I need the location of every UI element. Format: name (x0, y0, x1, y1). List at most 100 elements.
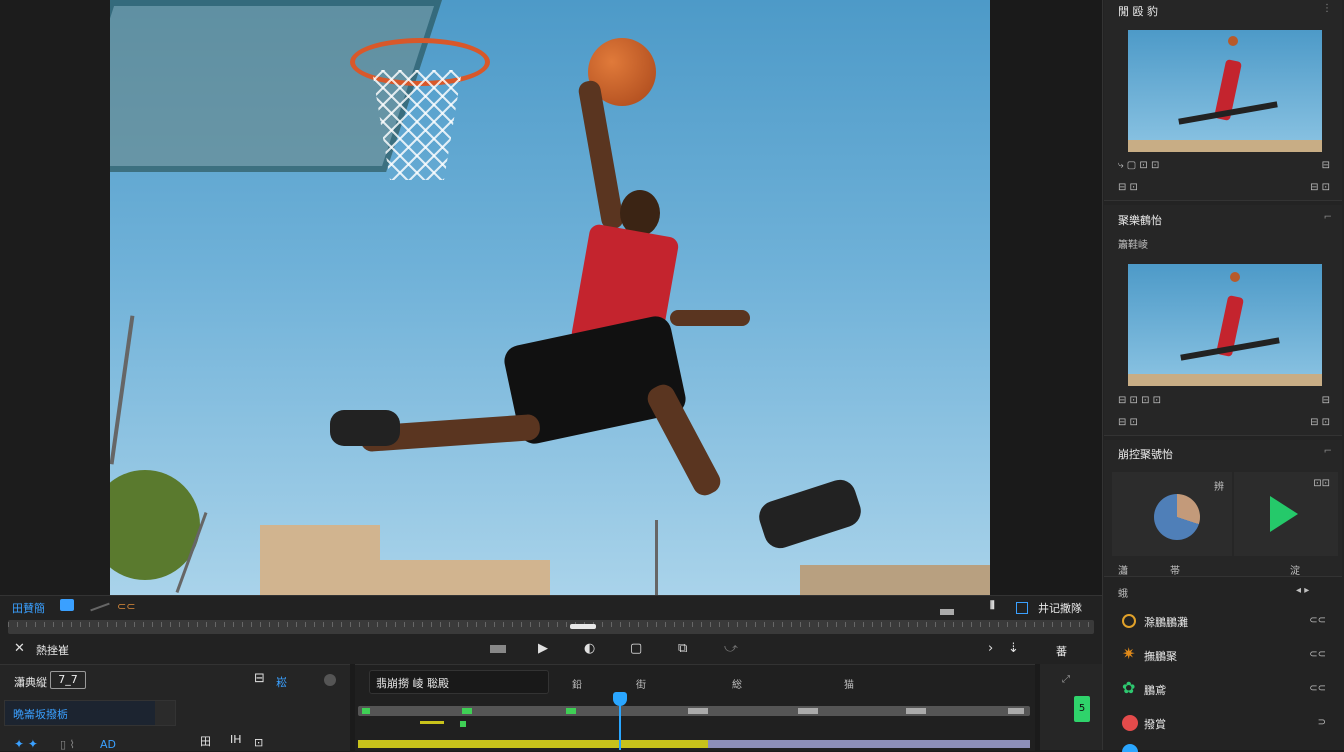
tool-label-0[interactable]: AD (100, 738, 116, 751)
left-gutter (0, 0, 110, 595)
list-item[interactable]: ✷ 撫鵬聚 ⊂⊂ (1110, 640, 1336, 670)
video-preview[interactable] (110, 0, 990, 595)
effects-card: 聚樂鶴怡 簫鞋崚 ⌐ ⊟ ⊡ ⊡ ⊡ ⊟ ⊟ ⊡ ⊟ ⊡ (1104, 205, 1342, 436)
list-header-arrows[interactable]: ◂ ▸ (1296, 585, 1309, 596)
list-item-label: 撥賞 (1144, 718, 1166, 731)
play-widget-label: ⊡⊡ (1313, 478, 1330, 489)
audio-corner-icon[interactable]: ⌐ (1324, 446, 1332, 457)
audio-track-purple[interactable] (708, 740, 1030, 748)
clip-marker[interactable] (460, 721, 466, 727)
list-item-icon (1122, 715, 1138, 731)
effects-row2-right[interactable]: ⊟ ⊡ (1310, 417, 1330, 428)
tool-label-2[interactable]: IH (230, 733, 242, 746)
settings-icon[interactable] (324, 674, 336, 686)
playhead[interactable] (613, 692, 627, 706)
effects-card-subtitle: 簫鞋崚 (1118, 240, 1148, 251)
ctrl-right-label: 蕃 (1056, 645, 1067, 658)
list-item-label: 撫鵬聚 (1144, 650, 1177, 663)
audio-card: 崩控聚號怡 ⌐ 辨 ⊡⊡ 瀟 帯 淀 (1104, 440, 1342, 577)
ctrl-left-label: 熱挫崔 (36, 644, 69, 657)
list-item[interactable]: ✿ 鵬鳶 ⊂⊂ (1110, 674, 1336, 704)
audio-card-title: 崩控聚號怡 (1118, 448, 1173, 461)
list-item[interactable]: 滁鵬鵬灘 ⊂⊂ (1110, 606, 1336, 636)
ctrl-left: ✕ 熱挫崔 (14, 638, 94, 660)
prev-frame-icon[interactable] (490, 645, 506, 653)
play-triangle-icon[interactable] (1270, 496, 1298, 532)
ruler-label-3: 猫 (844, 680, 854, 691)
list-item[interactable]: 撥賞 ⊃ (1110, 708, 1336, 738)
effects-row-right[interactable]: ⊟ (1322, 395, 1330, 406)
list-item-icon: ✿ (1122, 678, 1136, 697)
expand-icon[interactable]: ⋮ (1322, 3, 1332, 14)
redo-icon[interactable]: ⤻ (724, 638, 738, 660)
list-item-right: ⊂⊂ (1309, 649, 1326, 660)
effects-card-title: 聚樂鶴怡 (1118, 214, 1162, 227)
frame-icon[interactable] (1016, 602, 1028, 614)
marker-icon[interactable] (940, 609, 954, 615)
effects-row-icons[interactable]: ⊟ ⊡ ⊡ ⊡ (1118, 395, 1161, 406)
media-tab-label[interactable]: 崧 (276, 674, 287, 690)
right-gutter (990, 0, 1102, 595)
play-icon[interactable]: ▶ (538, 638, 548, 660)
preview-card-top: 閒 殴 豹 ⋮ ⤷ ▢ ⊡ ⊡ ⊟ ⊟ ⊡ ⊟ ⊡ (1104, 0, 1342, 201)
card-row-icon[interactable]: ⤷ ▢ ⊡ ⊡ (1118, 160, 1159, 171)
timeline-label: 翡崩撈 崚 聡殿 (376, 677, 449, 690)
toolbar-right-label[interactable]: 井记撒隊 (1038, 600, 1082, 616)
audio-marker[interactable] (420, 721, 444, 724)
tool-label-3[interactable]: ⊡ (254, 736, 263, 749)
video-track[interactable] (358, 706, 1030, 716)
audio-track-yellow[interactable] (358, 740, 708, 748)
playhead-line[interactable] (619, 700, 621, 750)
media-search-input[interactable]: 晩崙坂撥栃 (4, 700, 176, 726)
pie-widget-label: 辨 (1214, 482, 1224, 493)
timeline-label-box[interactable]: 翡崩撈 崚 聡殿 (369, 670, 549, 694)
top-card-title: 閒 殴 豹 (1118, 5, 1158, 18)
crop-icon[interactable]: ▢ (630, 638, 642, 660)
preview-image (110, 0, 990, 595)
toolbar-left-label[interactable]: 田賛簡 (12, 600, 45, 616)
card-row2[interactable]: ⊟ ⊡ (1118, 182, 1138, 193)
track-icon[interactable]: ⤢ (1062, 674, 1070, 685)
effects-row2[interactable]: ⊟ ⊡ (1118, 417, 1138, 428)
link-icon[interactable]: ⧉ (678, 638, 687, 660)
grid-icon[interactable]: ⊟ (254, 668, 265, 690)
list-item-icon (1122, 614, 1136, 628)
media-panel-value[interactable]: 7_7 (50, 671, 86, 689)
close-icon[interactable]: ✕ (14, 638, 25, 660)
split-icon[interactable]: ⫴ (990, 599, 995, 613)
audio-bottom-mid: 帯 (1170, 566, 1180, 577)
ruler-label-0: 鉛 (572, 680, 582, 691)
list-item-label: 滁鵬鵬灘 (1144, 616, 1188, 629)
list-item-right: ⊃ (1317, 717, 1326, 728)
list-item-right: ⊂⊂ (1309, 683, 1326, 694)
track-side-strip: ⤢ 5 (1040, 664, 1102, 750)
pie-icon (1154, 494, 1200, 540)
fx-icon[interactable]: ✦ ✦ (14, 737, 38, 751)
audio-bottom-right: 淀 (1290, 566, 1300, 577)
layer-icon[interactable] (60, 599, 74, 611)
pie-widget[interactable]: 辨 (1112, 472, 1232, 556)
forward-icon[interactable]: › (988, 638, 993, 660)
ruler-label-1: 街 (636, 680, 646, 691)
top-thumbnail[interactable] (1128, 30, 1322, 152)
card-row2-right[interactable]: ⊟ ⊡ (1310, 182, 1330, 193)
tool-icon[interactable]: ▯ ⌇ (60, 738, 75, 751)
list-item-icon: ✷ (1122, 644, 1136, 663)
scrub-bar[interactable] (8, 620, 1094, 634)
list-header: 蛾 (1118, 589, 1128, 600)
ruler-label-2: 総 (732, 680, 742, 691)
play-widget[interactable]: ⊡⊡ (1234, 472, 1338, 556)
loop-icon[interactable]: ◐ (584, 638, 595, 660)
effects-thumbnail[interactable] (1128, 264, 1322, 386)
tool-label-1[interactable]: 田 (200, 733, 211, 749)
effects-corner-icon[interactable]: ⌐ (1324, 212, 1332, 223)
pin-icon[interactable]: ⇣ (1008, 638, 1019, 660)
search-side (155, 701, 175, 725)
list-item-right: ⊂⊂ (1309, 615, 1326, 626)
scrub-thumb[interactable] (570, 624, 596, 629)
media-search-text: 晩崙坂撥栃 (13, 708, 68, 721)
track-indicator[interactable]: 5 (1074, 696, 1090, 722)
media-panel-title: 瀟典縦 (14, 676, 47, 689)
card-row-right[interactable]: ⊟ (1322, 160, 1330, 171)
audio-bottom-left: 瀟 (1118, 566, 1128, 577)
